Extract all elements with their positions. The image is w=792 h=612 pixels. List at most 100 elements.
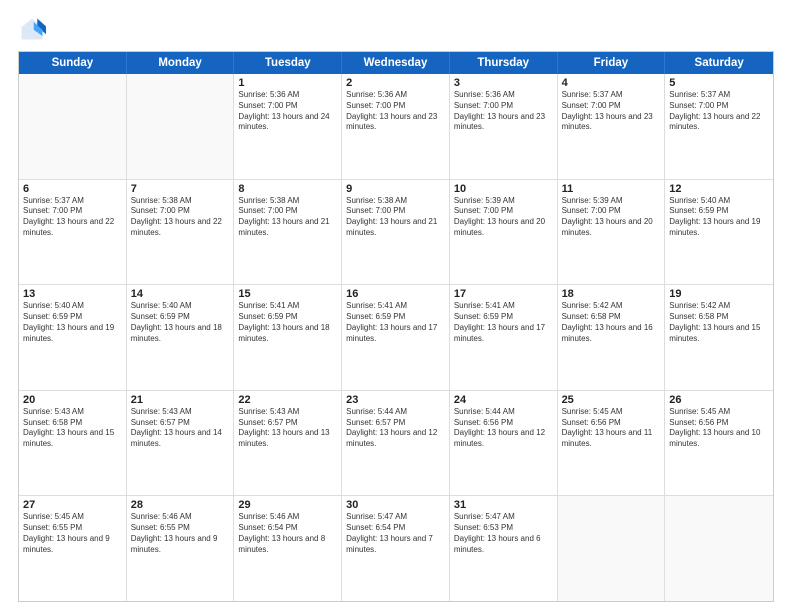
day-number: 27 xyxy=(23,499,122,511)
sun-info: Sunrise: 5:46 AM Sunset: 6:55 PM Dayligh… xyxy=(131,512,230,555)
day-number: 5 xyxy=(669,77,769,89)
logo xyxy=(18,15,50,43)
sun-info: Sunrise: 5:43 AM Sunset: 6:57 PM Dayligh… xyxy=(131,407,230,450)
sun-info: Sunrise: 5:43 AM Sunset: 6:57 PM Dayligh… xyxy=(238,407,337,450)
day-number: 17 xyxy=(454,288,553,300)
calendar-cell: 17Sunrise: 5:41 AM Sunset: 6:59 PM Dayli… xyxy=(450,285,558,390)
day-number: 22 xyxy=(238,394,337,406)
sun-info: Sunrise: 5:41 AM Sunset: 6:59 PM Dayligh… xyxy=(454,301,553,344)
day-number: 25 xyxy=(562,394,661,406)
sun-info: Sunrise: 5:40 AM Sunset: 6:59 PM Dayligh… xyxy=(131,301,230,344)
day-number: 2 xyxy=(346,77,445,89)
calendar-cell: 13Sunrise: 5:40 AM Sunset: 6:59 PM Dayli… xyxy=(19,285,127,390)
calendar-cell: 28Sunrise: 5:46 AM Sunset: 6:55 PM Dayli… xyxy=(127,496,235,601)
calendar-week-row: 13Sunrise: 5:40 AM Sunset: 6:59 PM Dayli… xyxy=(19,285,773,391)
day-number: 3 xyxy=(454,77,553,89)
calendar-cell: 7Sunrise: 5:38 AM Sunset: 7:00 PM Daylig… xyxy=(127,180,235,285)
calendar-cell: 11Sunrise: 5:39 AM Sunset: 7:00 PM Dayli… xyxy=(558,180,666,285)
calendar-cell: 19Sunrise: 5:42 AM Sunset: 6:58 PM Dayli… xyxy=(665,285,773,390)
day-number: 18 xyxy=(562,288,661,300)
calendar-cell: 30Sunrise: 5:47 AM Sunset: 6:54 PM Dayli… xyxy=(342,496,450,601)
sun-info: Sunrise: 5:47 AM Sunset: 6:53 PM Dayligh… xyxy=(454,512,553,555)
calendar: SundayMondayTuesdayWednesdayThursdayFrid… xyxy=(18,51,774,602)
day-number: 24 xyxy=(454,394,553,406)
calendar-cell: 1Sunrise: 5:36 AM Sunset: 7:00 PM Daylig… xyxy=(234,74,342,179)
cal-header-cell: Sunday xyxy=(19,52,127,74)
day-number: 10 xyxy=(454,183,553,195)
calendar-cell: 14Sunrise: 5:40 AM Sunset: 6:59 PM Dayli… xyxy=(127,285,235,390)
calendar-cell: 8Sunrise: 5:38 AM Sunset: 7:00 PM Daylig… xyxy=(234,180,342,285)
sun-info: Sunrise: 5:40 AM Sunset: 6:59 PM Dayligh… xyxy=(669,196,769,239)
calendar-body: 1Sunrise: 5:36 AM Sunset: 7:00 PM Daylig… xyxy=(19,74,773,601)
calendar-cell: 20Sunrise: 5:43 AM Sunset: 6:58 PM Dayli… xyxy=(19,391,127,496)
calendar-cell: 16Sunrise: 5:41 AM Sunset: 6:59 PM Dayli… xyxy=(342,285,450,390)
day-number: 7 xyxy=(131,183,230,195)
logo-icon xyxy=(18,15,46,43)
day-number: 23 xyxy=(346,394,445,406)
header xyxy=(18,15,774,43)
cal-header-cell: Friday xyxy=(558,52,666,74)
calendar-week-row: 1Sunrise: 5:36 AM Sunset: 7:00 PM Daylig… xyxy=(19,74,773,180)
sun-info: Sunrise: 5:45 AM Sunset: 6:55 PM Dayligh… xyxy=(23,512,122,555)
calendar-cell xyxy=(558,496,666,601)
day-number: 14 xyxy=(131,288,230,300)
calendar-week-row: 20Sunrise: 5:43 AM Sunset: 6:58 PM Dayli… xyxy=(19,391,773,497)
sun-info: Sunrise: 5:41 AM Sunset: 6:59 PM Dayligh… xyxy=(346,301,445,344)
sun-info: Sunrise: 5:45 AM Sunset: 6:56 PM Dayligh… xyxy=(562,407,661,450)
calendar-cell: 3Sunrise: 5:36 AM Sunset: 7:00 PM Daylig… xyxy=(450,74,558,179)
calendar-cell: 24Sunrise: 5:44 AM Sunset: 6:56 PM Dayli… xyxy=(450,391,558,496)
calendar-cell: 22Sunrise: 5:43 AM Sunset: 6:57 PM Dayli… xyxy=(234,391,342,496)
sun-info: Sunrise: 5:40 AM Sunset: 6:59 PM Dayligh… xyxy=(23,301,122,344)
day-number: 19 xyxy=(669,288,769,300)
sun-info: Sunrise: 5:38 AM Sunset: 7:00 PM Dayligh… xyxy=(346,196,445,239)
sun-info: Sunrise: 5:37 AM Sunset: 7:00 PM Dayligh… xyxy=(562,90,661,133)
cal-header-cell: Tuesday xyxy=(234,52,342,74)
sun-info: Sunrise: 5:45 AM Sunset: 6:56 PM Dayligh… xyxy=(669,407,769,450)
cal-header-cell: Thursday xyxy=(450,52,558,74)
sun-info: Sunrise: 5:38 AM Sunset: 7:00 PM Dayligh… xyxy=(238,196,337,239)
calendar-cell: 21Sunrise: 5:43 AM Sunset: 6:57 PM Dayli… xyxy=(127,391,235,496)
day-number: 1 xyxy=(238,77,337,89)
day-number: 8 xyxy=(238,183,337,195)
calendar-cell: 27Sunrise: 5:45 AM Sunset: 6:55 PM Dayli… xyxy=(19,496,127,601)
day-number: 11 xyxy=(562,183,661,195)
cal-header-cell: Saturday xyxy=(665,52,773,74)
sun-info: Sunrise: 5:39 AM Sunset: 7:00 PM Dayligh… xyxy=(562,196,661,239)
calendar-week-row: 6Sunrise: 5:37 AM Sunset: 7:00 PM Daylig… xyxy=(19,180,773,286)
sun-info: Sunrise: 5:37 AM Sunset: 7:00 PM Dayligh… xyxy=(669,90,769,133)
sun-info: Sunrise: 5:42 AM Sunset: 6:58 PM Dayligh… xyxy=(562,301,661,344)
calendar-week-row: 27Sunrise: 5:45 AM Sunset: 6:55 PM Dayli… xyxy=(19,496,773,601)
calendar-cell: 4Sunrise: 5:37 AM Sunset: 7:00 PM Daylig… xyxy=(558,74,666,179)
calendar-cell: 12Sunrise: 5:40 AM Sunset: 6:59 PM Dayli… xyxy=(665,180,773,285)
calendar-cell: 31Sunrise: 5:47 AM Sunset: 6:53 PM Dayli… xyxy=(450,496,558,601)
sun-info: Sunrise: 5:37 AM Sunset: 7:00 PM Dayligh… xyxy=(23,196,122,239)
sun-info: Sunrise: 5:42 AM Sunset: 6:58 PM Dayligh… xyxy=(669,301,769,344)
calendar-cell xyxy=(127,74,235,179)
sun-info: Sunrise: 5:44 AM Sunset: 6:56 PM Dayligh… xyxy=(454,407,553,450)
sun-info: Sunrise: 5:47 AM Sunset: 6:54 PM Dayligh… xyxy=(346,512,445,555)
day-number: 15 xyxy=(238,288,337,300)
cal-header-cell: Wednesday xyxy=(342,52,450,74)
calendar-cell xyxy=(19,74,127,179)
day-number: 31 xyxy=(454,499,553,511)
day-number: 9 xyxy=(346,183,445,195)
sun-info: Sunrise: 5:36 AM Sunset: 7:00 PM Dayligh… xyxy=(454,90,553,133)
sun-info: Sunrise: 5:36 AM Sunset: 7:00 PM Dayligh… xyxy=(238,90,337,133)
day-number: 4 xyxy=(562,77,661,89)
calendar-cell: 26Sunrise: 5:45 AM Sunset: 6:56 PM Dayli… xyxy=(665,391,773,496)
calendar-cell: 23Sunrise: 5:44 AM Sunset: 6:57 PM Dayli… xyxy=(342,391,450,496)
day-number: 21 xyxy=(131,394,230,406)
day-number: 28 xyxy=(131,499,230,511)
calendar-cell: 5Sunrise: 5:37 AM Sunset: 7:00 PM Daylig… xyxy=(665,74,773,179)
calendar-cell: 9Sunrise: 5:38 AM Sunset: 7:00 PM Daylig… xyxy=(342,180,450,285)
day-number: 12 xyxy=(669,183,769,195)
sun-info: Sunrise: 5:36 AM Sunset: 7:00 PM Dayligh… xyxy=(346,90,445,133)
day-number: 26 xyxy=(669,394,769,406)
day-number: 6 xyxy=(23,183,122,195)
day-number: 29 xyxy=(238,499,337,511)
calendar-cell: 15Sunrise: 5:41 AM Sunset: 6:59 PM Dayli… xyxy=(234,285,342,390)
calendar-cell: 6Sunrise: 5:37 AM Sunset: 7:00 PM Daylig… xyxy=(19,180,127,285)
calendar-cell: 25Sunrise: 5:45 AM Sunset: 6:56 PM Dayli… xyxy=(558,391,666,496)
calendar-header: SundayMondayTuesdayWednesdayThursdayFrid… xyxy=(19,52,773,74)
cal-header-cell: Monday xyxy=(127,52,235,74)
